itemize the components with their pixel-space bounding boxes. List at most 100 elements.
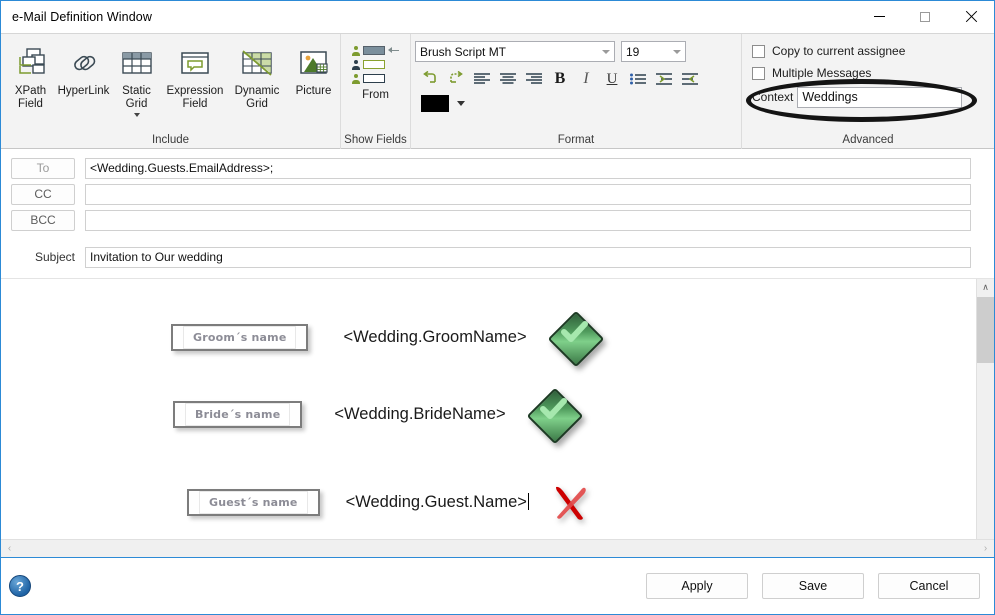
xpath-field-icon [14, 43, 48, 83]
ribbon: XPath Field HyperLink Static Grid Expres… [1, 33, 994, 149]
picture-button[interactable]: Picture [287, 40, 340, 117]
scroll-right-button[interactable]: › [977, 540, 994, 557]
align-left-button[interactable] [469, 67, 495, 91]
static-grid-button[interactable]: Static Grid [110, 40, 163, 117]
close-button[interactable] [948, 1, 994, 32]
static-grid-icon [120, 43, 154, 83]
italic-button[interactable]: I [573, 67, 599, 91]
static-grid-label-line1: Static [122, 85, 151, 97]
scroll-up-button[interactable]: ∧ [977, 279, 994, 296]
dynamic-grid-label-line2: Grid [246, 97, 268, 110]
window-title: e-Mail Definition Window [12, 9, 152, 24]
bcc-button[interactable]: BCC [11, 209, 75, 231]
groom-row: Groom´s name <Wedding.GroomName> [171, 310, 604, 368]
picture-label: Picture [295, 85, 332, 97]
multiple-messages-label: Multiple Messages [772, 66, 872, 80]
save-button[interactable]: Save [762, 573, 864, 599]
hyperlink-button[interactable]: HyperLink [57, 40, 110, 117]
decrease-indent-button[interactable] [677, 67, 703, 91]
font-size-value: 19 [626, 44, 640, 59]
guest-expression-text: <Wedding.Guest.Name> [345, 492, 527, 511]
font-name-dropdown[interactable]: Brush Script MT [415, 41, 615, 62]
green-check-diamond-icon [526, 387, 583, 445]
ribbon-group-format-label: Format [557, 134, 595, 146]
subject-input[interactable]: Invitation to Our wedding [85, 246, 971, 268]
ribbon-group-show-fields: From Show Fields [340, 34, 410, 149]
dynamic-grid-icon [240, 43, 274, 83]
bold-button[interactable]: B [547, 67, 573, 91]
apply-button[interactable]: Apply [646, 573, 748, 599]
vertical-scroll-thumb[interactable] [977, 297, 994, 363]
font-size-dropdown[interactable]: 19 [621, 41, 686, 62]
align-right-button[interactable] [521, 67, 547, 91]
context-dropdown[interactable]: Weddings [797, 86, 963, 108]
undo-button[interactable] [417, 67, 443, 91]
chevron-down-icon [602, 49, 610, 54]
ribbon-group-include-label: Include [151, 134, 190, 146]
static-grid-label-line2: Grid [125, 97, 148, 110]
vertical-scrollbar[interactable]: ∧ ∨ [976, 279, 994, 566]
ribbon-group-format: Brush Script MT 19 B I U Format [410, 34, 741, 149]
from-label: From [362, 89, 389, 101]
context-value: Weddings [802, 90, 858, 104]
guest-name-tag-label: Guest´s name [199, 490, 308, 514]
bullet-list-button[interactable] [625, 67, 651, 91]
maximize-icon [920, 11, 930, 22]
underline-icon: U [606, 70, 618, 87]
align-right-icon [526, 73, 542, 84]
scroll-left-button[interactable]: ‹ [1, 540, 18, 557]
to-button[interactable]: To [11, 157, 75, 179]
header-fields: To <Wedding.Guests.EmailAddress>; CC BCC… [1, 149, 994, 268]
help-icon[interactable]: ? [9, 575, 31, 597]
footer-bar: ? Apply Save Cancel [1, 557, 994, 614]
picture-icon [297, 43, 331, 83]
message-body-canvas[interactable]: Groom´s name <Wedding.GroomName> Bride´s… [1, 279, 977, 566]
hyperlink-label: HyperLink [57, 85, 110, 97]
text-color-swatch[interactable] [421, 95, 449, 112]
underline-button[interactable]: U [599, 67, 625, 91]
groom-name-tag[interactable]: Groom´s name [171, 323, 309, 351]
cc-button[interactable]: CC [11, 183, 75, 205]
bcc-input[interactable] [85, 209, 971, 231]
text-color-control[interactable] [411, 91, 741, 112]
groom-expression[interactable]: <Wedding.GroomName> [343, 328, 526, 347]
chevron-down-icon[interactable] [133, 113, 140, 117]
subject-label: Subject [34, 250, 75, 264]
hyperlink-icon [67, 43, 101, 83]
xpath-field-label-line1: XPath [14, 85, 47, 97]
ribbon-group-show-fields-label: Show Fields [344, 134, 407, 146]
chevron-down-icon[interactable] [457, 101, 465, 106]
ribbon-group-advanced-label: Advanced [842, 134, 894, 146]
dynamic-grid-label-line1: Dynamic [234, 85, 280, 97]
align-center-button[interactable] [495, 67, 521, 91]
context-row: Context Weddings [752, 86, 994, 108]
bride-expression[interactable]: <Wedding.BrideName> [334, 405, 505, 424]
red-x-icon [545, 477, 595, 527]
cancel-button[interactable]: Cancel [878, 573, 980, 599]
maximize-button[interactable] [902, 1, 948, 32]
email-definition-window: e-Mail Definition Window XPath Field Hyp… [0, 0, 995, 615]
expression-field-button[interactable]: Expression Field [163, 40, 227, 117]
window-controls [856, 1, 994, 32]
increase-indent-button[interactable] [651, 67, 677, 91]
font-controls: Brush Script MT 19 [411, 38, 741, 62]
minimize-button[interactable] [856, 1, 902, 32]
xpath-field-button[interactable]: XPath Field [4, 40, 57, 117]
copy-to-current-assignee-checkbox[interactable]: Copy to current assignee [752, 42, 994, 60]
footer-buttons: Apply Save Cancel [646, 573, 980, 599]
subject-row: Subject Invitation to Our wedding [1, 246, 994, 268]
bride-name-tag[interactable]: Bride´s name [173, 400, 303, 428]
checkbox-icon [752, 44, 765, 58]
to-input[interactable]: <Wedding.Guests.EmailAddress>; [85, 157, 971, 179]
guest-name-tag[interactable]: Guest´s name [187, 488, 320, 516]
dynamic-grid-button[interactable]: Dynamic Grid [227, 40, 287, 117]
guest-expression[interactable]: <Wedding.Guest.Name> [345, 492, 529, 512]
horizontal-scrollbar[interactable]: ‹ › [1, 539, 994, 557]
bcc-row: BCC [1, 209, 994, 231]
multiple-messages-checkbox[interactable]: Multiple Messages [752, 64, 994, 82]
increase-indent-icon [656, 73, 672, 85]
cc-input[interactable] [85, 183, 971, 205]
redo-button[interactable] [443, 67, 469, 91]
from-button[interactable]: From [341, 40, 410, 101]
static-grid-label: Static Grid [122, 85, 151, 110]
